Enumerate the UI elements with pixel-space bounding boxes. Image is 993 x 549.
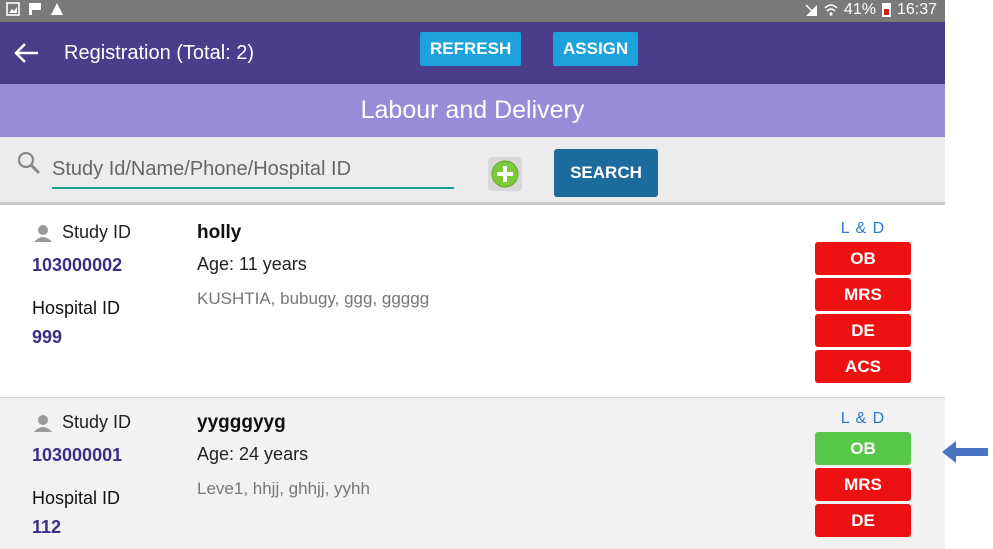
- wifi-icon: [824, 4, 838, 16]
- hospital-id-label: Hospital ID: [32, 298, 121, 318]
- study-id-value: 103000001: [32, 445, 123, 465]
- section-header: Labour and Delivery: [0, 84, 945, 137]
- list-item[interactable]: Study ID 103000002 Hospital ID 999 holly…: [0, 208, 945, 398]
- patient-address: Leve1, hhjj, ghhjj, yyhh: [197, 479, 370, 498]
- back-arrow-icon[interactable]: [10, 36, 44, 70]
- ld-label: L & D: [840, 220, 886, 237]
- hospital-id-value: 112: [32, 517, 62, 537]
- patient-name: yygggyyg: [197, 412, 286, 433]
- study-id-label: Study ID: [62, 222, 132, 242]
- list-item[interactable]: Study ID 103000001 Hospital ID 112 yyggg…: [0, 398, 945, 549]
- person-icon: [34, 414, 52, 432]
- clock: 16:37: [896, 1, 937, 18]
- battery-percent: 41%: [843, 1, 876, 18]
- search-bar: SEARCH: [0, 137, 945, 205]
- signal-icon: [805, 4, 817, 16]
- search-input[interactable]: [52, 155, 454, 189]
- search-button[interactable]: SEARCH: [554, 149, 658, 197]
- battery-icon: [881, 3, 891, 17]
- hospital-id-label: Hospital ID: [32, 488, 121, 508]
- add-icon[interactable]: [488, 157, 522, 191]
- hospital-id-value: 999: [32, 327, 63, 347]
- tag-mrs[interactable]: MRS: [815, 468, 911, 501]
- app-bar: Registration (Total: 2) REFRESH ASSIGN: [0, 22, 945, 84]
- tag-ob[interactable]: OB: [815, 432, 911, 465]
- flag-icon: [29, 3, 41, 15]
- tag-de[interactable]: DE: [815, 504, 911, 537]
- patient-age: Age: 24 years: [197, 444, 309, 464]
- search-icon: [17, 151, 41, 175]
- tag-acs[interactable]: ACS: [815, 350, 911, 383]
- warning-icon: [51, 3, 63, 15]
- study-id-value: 103000002: [32, 255, 123, 275]
- status-bar: 41% 16:37: [0, 0, 945, 22]
- page-title: Registration (Total: 2): [64, 42, 255, 64]
- person-icon: [34, 224, 52, 242]
- gallery-icon: [6, 2, 20, 16]
- assign-button[interactable]: ASSIGN: [553, 32, 639, 66]
- tag-ob[interactable]: OB: [815, 242, 911, 275]
- patient-name: holly: [197, 222, 242, 243]
- app-screen: 41% 16:37 Registration (Total: 2) REFRES…: [0, 0, 945, 549]
- refresh-button[interactable]: REFRESH: [420, 32, 522, 66]
- pointer-arrow-icon: [942, 441, 988, 463]
- patient-age: Age: 11 years: [197, 254, 307, 274]
- study-id-label: Study ID: [62, 412, 132, 432]
- patient-address: KUSHTIA, bubugy, ggg, ggggg: [197, 289, 430, 308]
- tag-mrs[interactable]: MRS: [815, 278, 911, 311]
- ld-label: L & D: [840, 410, 886, 427]
- tag-de[interactable]: DE: [815, 314, 911, 347]
